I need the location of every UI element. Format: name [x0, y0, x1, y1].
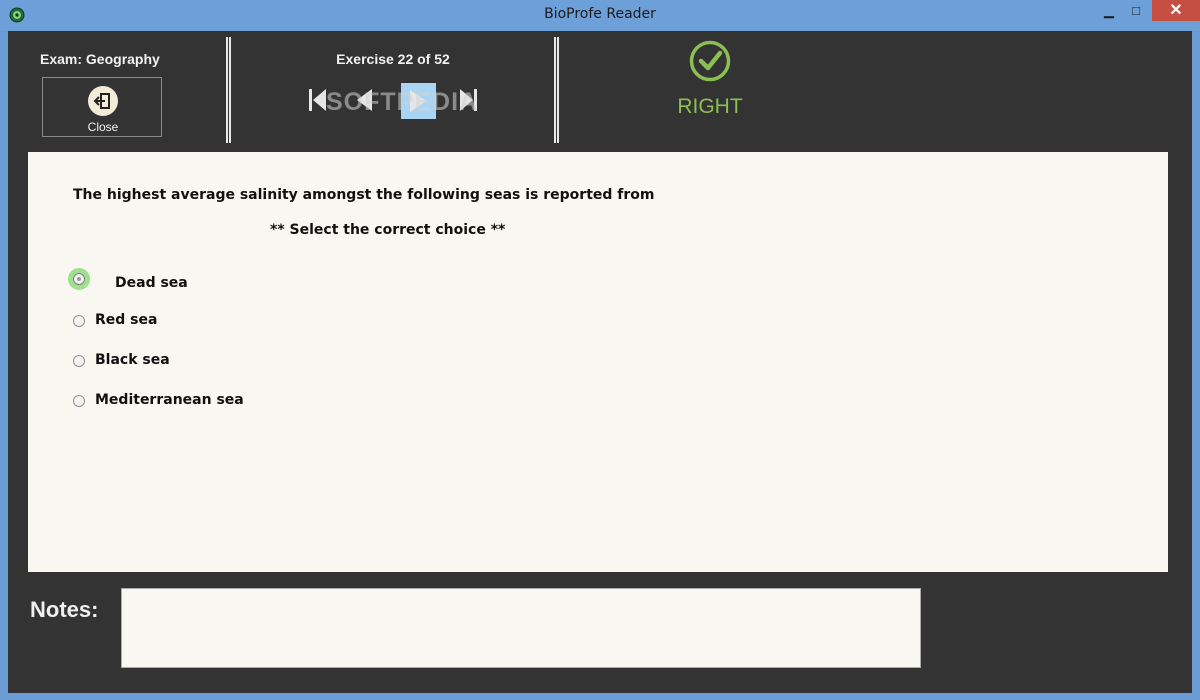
answer-option-red-sea[interactable]: Red sea	[68, 308, 208, 334]
skip-first-icon[interactable]	[308, 87, 328, 113]
question-text: The highest average salinity amongst the…	[73, 187, 655, 203]
answer-option-mediterranean-sea[interactable]: Mediterranean sea	[68, 388, 288, 414]
question-panel: The highest average salinity amongst the…	[28, 152, 1168, 572]
answer-option-black-sea[interactable]: Black sea	[68, 348, 208, 374]
radio-button[interactable]	[73, 355, 85, 367]
window-title: BioProfe Reader	[544, 6, 656, 22]
client-area: Exam: Geography Close Exercise 22 of 52	[8, 31, 1192, 693]
answer-option-dead-sea[interactable]: Dead sea	[68, 268, 228, 294]
answer-label: Black sea	[95, 352, 170, 368]
minimize-button[interactable]: ▁	[1097, 0, 1121, 21]
close-button[interactable]: Close	[42, 77, 162, 137]
header-separator	[226, 37, 231, 143]
maximize-button[interactable]: □	[1124, 0, 1148, 21]
window-close-button[interactable]: ✕	[1152, 0, 1200, 21]
answer-label: Dead sea	[115, 275, 188, 291]
previous-icon[interactable]	[354, 87, 374, 113]
radio-button[interactable]	[73, 273, 85, 285]
notes-field[interactable]	[121, 588, 921, 668]
notes-label: Notes:	[30, 597, 99, 622]
header-separator	[554, 37, 559, 143]
radio-button[interactable]	[73, 395, 85, 407]
check-circle-icon	[689, 40, 731, 82]
exam-label: Exam: Geography	[40, 51, 160, 67]
question-instruction: ** Select the correct choice **	[270, 222, 506, 238]
exercise-counter: Exercise 22 of 52	[336, 51, 450, 67]
app-window: BioProfe Reader ▁ □ ✕ Exam: Geography Cl…	[0, 0, 1200, 700]
radio-button[interactable]	[73, 315, 85, 327]
close-button-label: Close	[87, 120, 119, 134]
exercise-navigation: SOFTPEDIA	[308, 83, 488, 119]
skip-last-icon[interactable]	[458, 87, 478, 113]
title-bar[interactable]: BioProfe Reader ▁ □ ✕	[0, 0, 1200, 31]
answer-label: Red sea	[95, 312, 158, 328]
exit-door-icon	[88, 86, 118, 116]
result-label: RIGHT	[677, 95, 743, 118]
next-icon[interactable]	[401, 83, 436, 119]
answer-label: Mediterranean sea	[95, 392, 244, 408]
